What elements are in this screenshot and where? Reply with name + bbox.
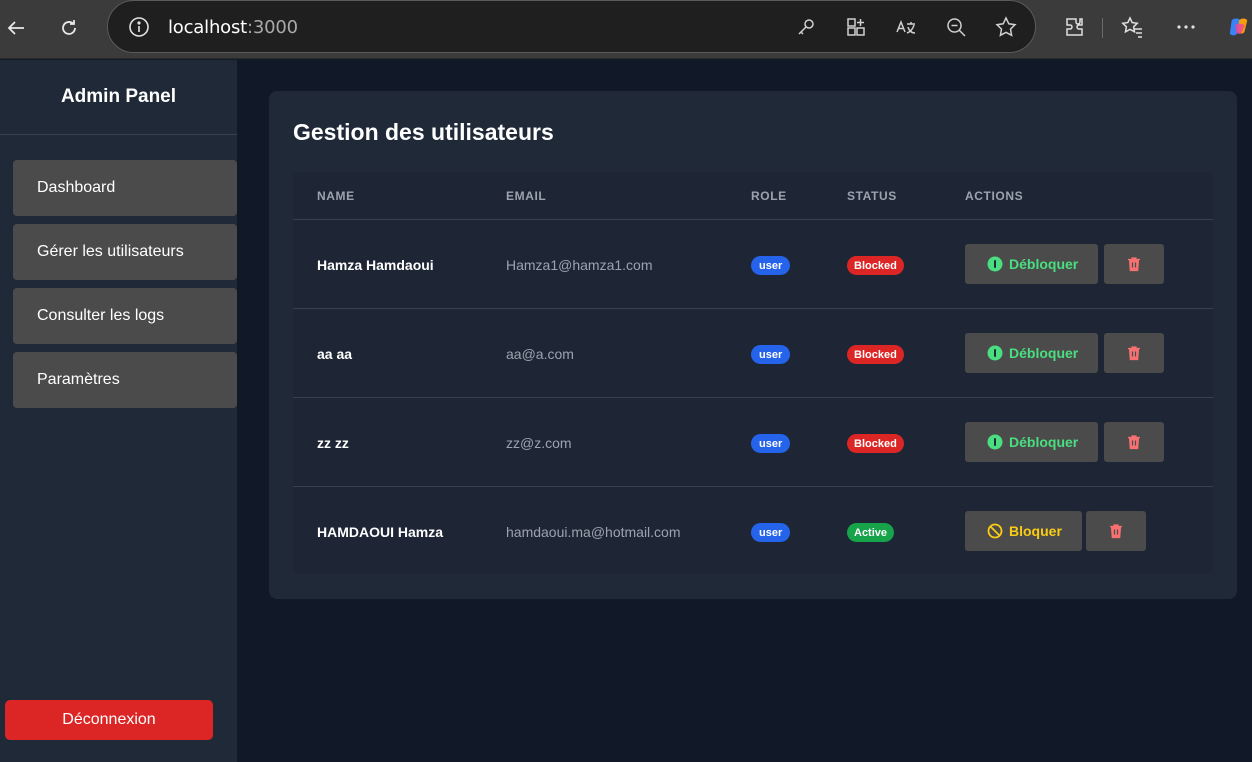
- status-badge: Blocked: [847, 345, 904, 364]
- star-icon[interactable]: [995, 16, 1017, 38]
- status-badge: Blocked: [847, 256, 904, 275]
- user-email: hamdaoui.ma@hotmail.com: [506, 523, 681, 540]
- trash-icon: [1128, 435, 1140, 450]
- toolbar-divider: [1102, 18, 1103, 38]
- user-email: zz@z.com: [506, 434, 572, 451]
- delete-button[interactable]: [1086, 511, 1146, 551]
- copilot-icon[interactable]: [1228, 16, 1250, 38]
- trash-icon: [1128, 257, 1140, 272]
- extensions-icon[interactable]: [1064, 16, 1086, 38]
- status-badge: Blocked: [847, 434, 904, 453]
- trash-icon: [1128, 346, 1140, 361]
- apps-icon[interactable]: [845, 16, 867, 38]
- sidebar-item-settings[interactable]: Paramètres: [13, 352, 237, 408]
- user-name: zz zz: [317, 434, 349, 451]
- translate-icon[interactable]: [895, 16, 917, 38]
- role-badge: user: [751, 434, 791, 453]
- reload-icon: [62, 20, 76, 35]
- page-title: Gestion des utilisateurs: [293, 119, 554, 145]
- url-text: localhost:3000: [168, 17, 298, 38]
- user-name: Hamza Hamdaoui: [317, 256, 434, 273]
- sidebar-item-manage-users[interactable]: Gérer les utilisateurs: [13, 224, 237, 280]
- sidebar-item-label: Consulter les logs: [37, 307, 165, 324]
- unlock-circle-icon: [987, 434, 1003, 450]
- unblock-label: Débloquer: [1009, 256, 1079, 272]
- reload-button[interactable]: [53, 12, 85, 44]
- browser-toolbar: localhost:3000: [0, 0, 1252, 59]
- user-name: HAMDAOUI Hamza: [317, 523, 444, 540]
- block-button[interactable]: Bloquer: [965, 511, 1082, 551]
- table-row: Hamza Hamdaoui Hamza1@hamza1.com user Bl…: [293, 220, 1213, 309]
- column-header-email: EMAIL: [506, 189, 547, 203]
- sidebar-item-logs[interactable]: Consulter les logs: [13, 288, 237, 344]
- role-badge: user: [751, 345, 791, 364]
- sidebar-item-label: Dashboard: [37, 179, 116, 196]
- trash-icon: [1110, 524, 1122, 539]
- users-card: Gestion des utilisateurs NAME EMAIL ROLE…: [269, 91, 1237, 599]
- column-header-name: NAME: [317, 189, 355, 203]
- unblock-label: Débloquer: [1009, 434, 1079, 450]
- column-header-actions: ACTIONS: [965, 189, 1024, 203]
- address-bar[interactable]: localhost:3000: [107, 0, 1036, 53]
- zoom-out-icon[interactable]: [945, 16, 967, 38]
- arrow-left-icon: [7, 21, 24, 35]
- status-badge: Active: [847, 523, 895, 542]
- table-row: HAMDAOUI Hamza hamdaoui.ma@hotmail.com u…: [293, 487, 1213, 576]
- unblock-button[interactable]: Débloquer: [965, 422, 1099, 462]
- more-options-icon[interactable]: [1175, 16, 1197, 38]
- column-header-role: ROLE: [751, 189, 787, 203]
- sidebar-item-label: Paramètres: [37, 371, 120, 388]
- delete-button[interactable]: [1104, 333, 1164, 373]
- unblock-label: Débloquer: [1009, 345, 1079, 361]
- table-row: aa aa aa@a.com user Blocked Débloquer: [293, 309, 1213, 398]
- user-email: Hamza1@hamza1.com: [506, 256, 653, 273]
- delete-button[interactable]: [1104, 422, 1164, 462]
- logout-button[interactable]: Déconnexion: [5, 700, 213, 740]
- unblock-button[interactable]: Débloquer: [965, 244, 1099, 284]
- table-row: zz zz zz@z.com user Blocked Débloquer: [293, 398, 1213, 487]
- unlock-circle-icon: [987, 345, 1003, 361]
- user-name: aa aa: [317, 345, 353, 362]
- role-badge: user: [751, 256, 791, 275]
- url-port: :3000: [247, 17, 298, 38]
- favorites-icon[interactable]: [1121, 16, 1143, 38]
- delete-button[interactable]: [1104, 244, 1164, 284]
- users-table: NAME EMAIL ROLE STATUS ACTIONS Hamza Ham…: [293, 172, 1213, 574]
- sidebar-item-label: Gérer les utilisateurs: [37, 243, 184, 260]
- ban-icon: [987, 523, 1003, 539]
- user-email: aa@a.com: [506, 345, 574, 362]
- sidebar-item-dashboard[interactable]: Dashboard: [13, 160, 237, 216]
- url-host: localhost: [168, 17, 247, 38]
- key-icon[interactable]: [795, 16, 817, 38]
- sidebar: Admin Panel Dashboard Gérer les utilisat…: [0, 60, 237, 762]
- unlock-circle-icon: [987, 256, 1003, 272]
- back-button[interactable]: [0, 12, 32, 44]
- block-label: Bloquer: [1009, 523, 1062, 539]
- info-icon[interactable]: [128, 16, 150, 38]
- table-header: NAME EMAIL ROLE STATUS ACTIONS: [293, 172, 1213, 220]
- role-badge: user: [751, 523, 791, 542]
- column-header-status: STATUS: [847, 189, 897, 203]
- unblock-button[interactable]: Débloquer: [965, 333, 1099, 373]
- sidebar-title: Admin Panel: [0, 60, 237, 135]
